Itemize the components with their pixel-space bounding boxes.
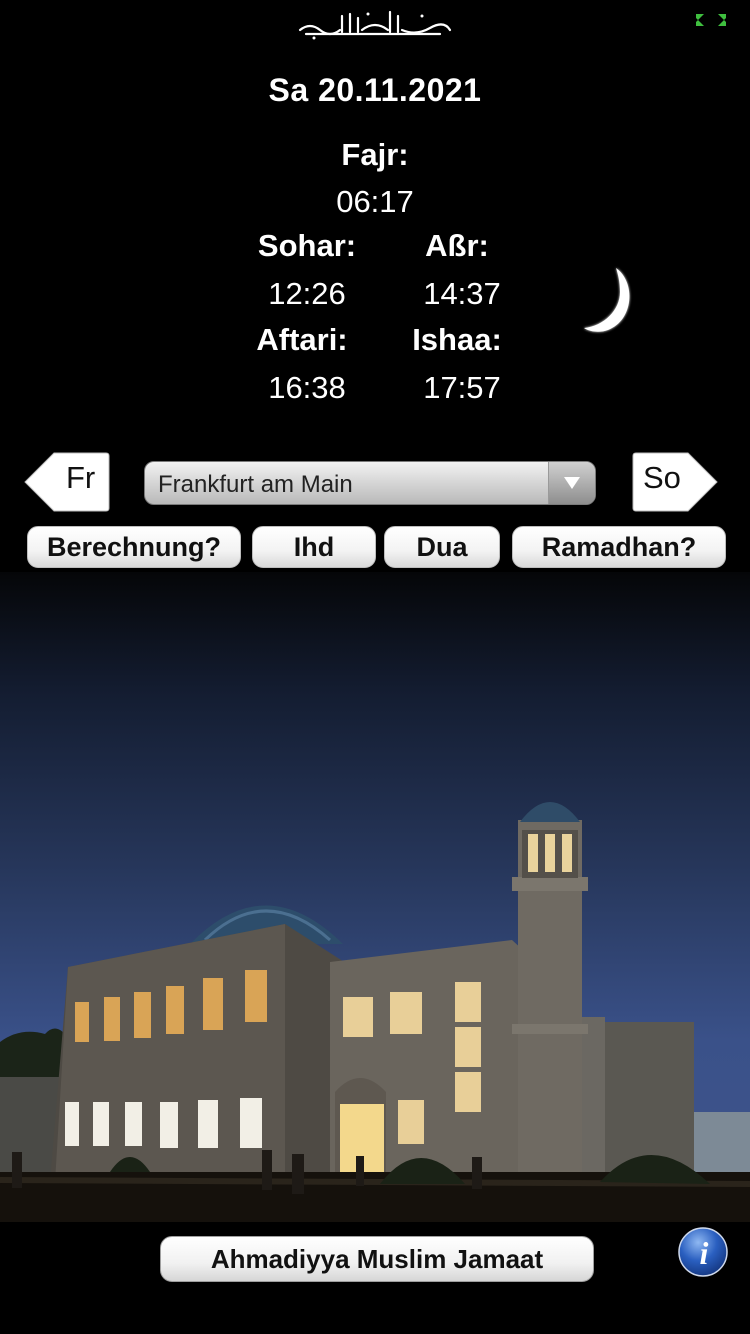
sohar-label: Sohar: [257,228,357,263]
asr-label: Aßr: [425,228,489,263]
fajr-label: Fajr: [341,137,409,172]
fajr-time: 06:17 [336,184,414,219]
calligraphy-logo [298,10,452,40]
ramadhan-button[interactable]: Ramadhan? [512,526,726,568]
current-date: Sa 20.11.2021 [268,72,482,108]
next-day-button[interactable]: So [632,452,718,512]
aftari-time: 16:38 [268,370,346,405]
svg-text:i: i [700,1235,709,1271]
ishaa-time: 17:57 [423,370,501,405]
info-icon[interactable]: i [677,1226,729,1278]
sohar-time: 12:26 [268,276,346,311]
ishaa-label: Ishaa: [412,322,502,357]
city-select[interactable]: Frankfurt am Main [144,461,596,505]
next-day-label: So [643,460,681,495]
dua-button[interactable]: Dua [384,526,500,568]
fullscreen-icon[interactable] [694,12,728,28]
asr-time: 14:37 [423,276,501,311]
berechnung-button[interactable]: Berechnung? [27,526,241,568]
ihd-button[interactable]: Ihd [252,526,376,568]
prev-day-label: Fr [66,460,96,495]
crescent-moon-icon [584,268,630,332]
prev-day-button[interactable]: Fr [24,452,110,512]
jamaat-button[interactable]: Ahmadiyya Muslim Jamaat [160,1236,594,1282]
aftari-label: Aftari: [256,322,348,357]
chevron-down-icon [548,462,595,504]
city-label: Frankfurt am Main [158,471,353,498]
mosque-photo [0,572,750,1222]
